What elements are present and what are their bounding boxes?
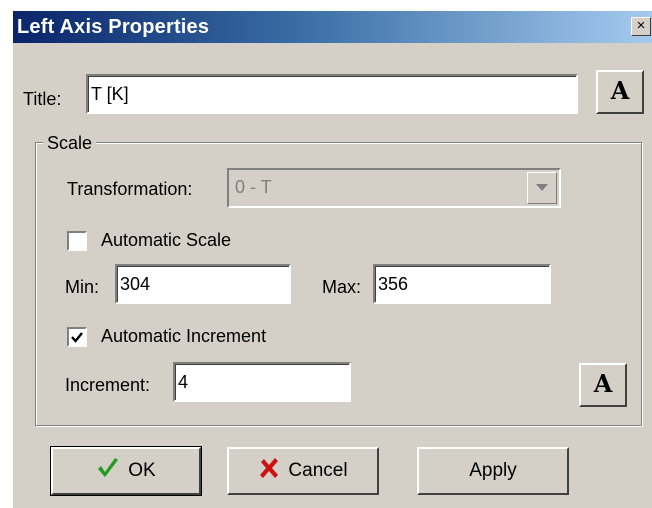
automatic-scale-label: Automatic Scale [101,230,232,250]
apply-button[interactable]: Apply [417,447,569,495]
increment-label: Increment: [65,375,151,395]
chevron-down-icon [536,184,548,191]
min-label: Min: [65,277,100,297]
max-label: Max: [322,277,362,297]
max-input[interactable] [373,264,551,304]
left-axis-properties-dialog: Left Axis Properties × Title: A Scale Tr… [12,10,652,508]
scale-group-label: Scale [43,133,97,154]
dialog-titlebar[interactable]: Left Axis Properties × [13,11,652,43]
red-x-icon [258,457,280,485]
green-check-icon [96,457,120,485]
cancel-button[interactable]: Cancel [227,447,379,495]
automatic-scale-checkbox[interactable] [67,231,87,251]
close-icon: × [636,17,646,34]
close-button[interactable]: × [631,17,651,36]
transformation-label: Transformation: [67,179,193,199]
ok-button[interactable]: OK [50,446,202,496]
dialog-title: Left Axis Properties [17,16,210,38]
font-icon: A [593,369,613,398]
title-font-button[interactable]: A [596,70,644,114]
transformation-value: 0 - T [235,177,272,197]
transformation-select[interactable]: 0 - T [227,168,561,208]
automatic-increment-checkbox[interactable] [67,327,87,347]
transformation-dropdown-button[interactable] [527,172,557,204]
automatic-increment-label: Automatic Increment [101,326,267,346]
title-label: Title: [23,89,62,109]
increment-input[interactable] [173,362,351,402]
ok-label: OK [128,460,156,481]
title-input[interactable] [86,74,578,114]
cancel-label: Cancel [288,460,348,481]
min-input[interactable] [115,264,291,304]
font-icon: A [610,76,630,105]
scale-font-button[interactable]: A [579,363,627,407]
checkmark-icon [71,332,83,343]
apply-label: Apply [469,460,517,481]
